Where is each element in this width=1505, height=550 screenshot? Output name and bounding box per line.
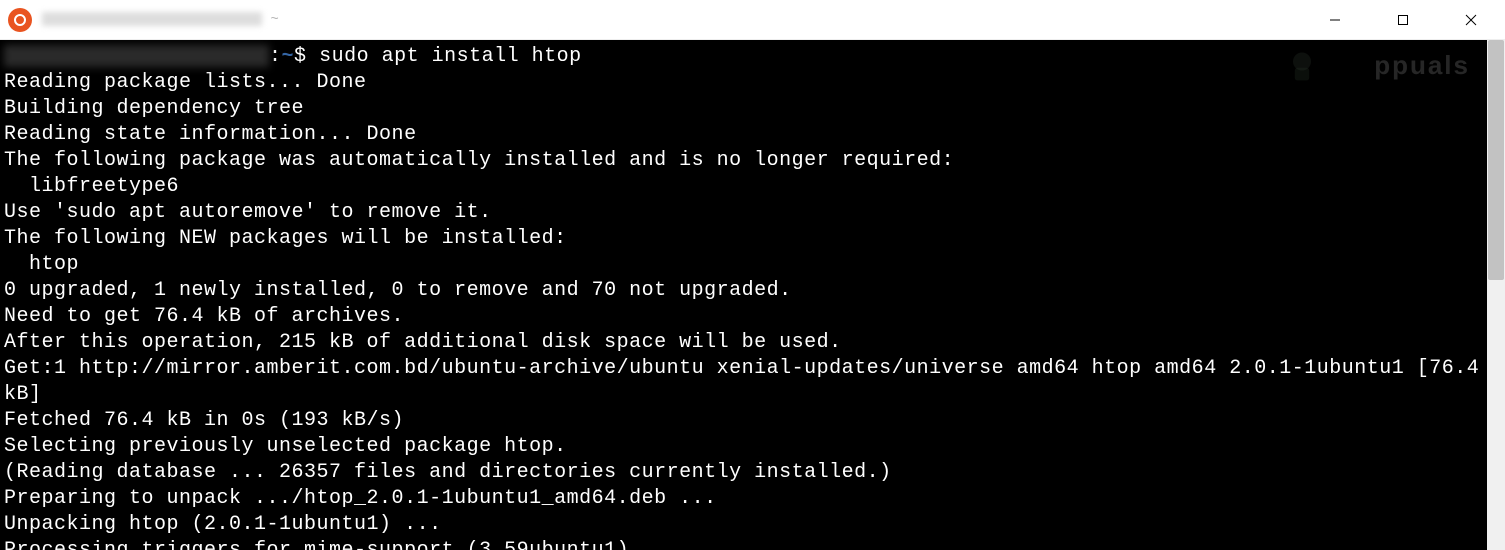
terminal-line: The following package was automatically … bbox=[4, 149, 954, 172]
terminal-line: Preparing to unpack .../htop_2.0.1-1ubun… bbox=[4, 487, 717, 510]
terminal-line: Fetched 76.4 kB in 0s (193 kB/s) bbox=[4, 409, 404, 432]
prompt-separator: : bbox=[269, 45, 282, 68]
window-titlebar: ~ bbox=[0, 0, 1505, 40]
close-button[interactable] bbox=[1437, 0, 1505, 39]
terminal-line: htop bbox=[4, 253, 79, 276]
prompt-symbol: $ bbox=[294, 45, 307, 68]
window-title: ~ bbox=[42, 12, 279, 28]
minimize-button[interactable] bbox=[1301, 0, 1369, 39]
terminal-line: Reading state information... Done bbox=[4, 123, 417, 146]
terminal-line: The following NEW packages will be insta… bbox=[4, 227, 567, 250]
terminal-line: Unpacking htop (2.0.1-1ubuntu1) ... bbox=[4, 513, 442, 536]
terminal-line: After this operation, 215 kB of addition… bbox=[4, 331, 842, 354]
scrollbar-track[interactable] bbox=[1487, 40, 1505, 550]
terminal-line: Selecting previously unselected package … bbox=[4, 435, 567, 458]
window-controls bbox=[1301, 0, 1505, 39]
scrollbar-thumb[interactable] bbox=[1488, 40, 1504, 280]
terminal-line: Use 'sudo apt autoremove' to remove it. bbox=[4, 201, 492, 224]
terminal-output[interactable]: :~$ sudo apt install htop Reading packag… bbox=[0, 40, 1487, 550]
terminal-line: (Reading database ... 26357 files and di… bbox=[4, 461, 892, 484]
prompt-path: ~ bbox=[282, 45, 295, 68]
terminal-line: Reading package lists... Done bbox=[4, 71, 367, 94]
terminal-line: Processing triggers for mime-support (3.… bbox=[4, 539, 679, 550]
terminal-line: 0 upgraded, 1 newly installed, 0 to remo… bbox=[4, 279, 792, 302]
terminal-line: Building dependency tree bbox=[4, 97, 304, 120]
terminal-line: Get:1 http://mirror.amberit.com.bd/ubunt… bbox=[4, 357, 1487, 406]
terminal-line: Need to get 76.4 kB of archives. bbox=[4, 305, 404, 328]
maximize-button[interactable] bbox=[1369, 0, 1437, 39]
command-input: sudo apt install htop bbox=[319, 45, 582, 68]
prompt-user-host bbox=[4, 45, 269, 67]
ubuntu-logo-icon bbox=[8, 8, 32, 32]
terminal-line: libfreetype6 bbox=[4, 175, 179, 198]
